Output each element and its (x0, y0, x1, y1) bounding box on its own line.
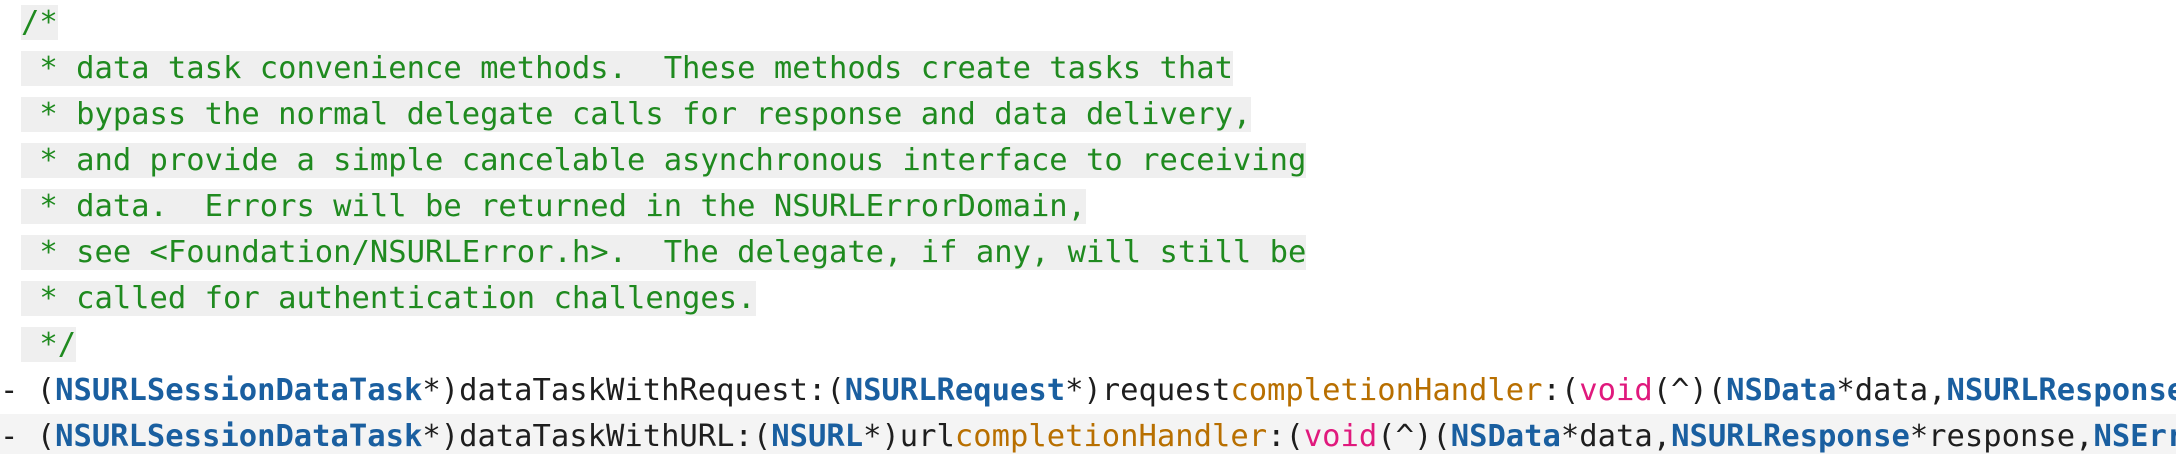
code-text: *response, (1909, 419, 2094, 454)
code-text: :( (1267, 419, 1304, 454)
method-declaration-data-task-with-request[interactable]: - (NSURLSessionDataTask*)dataTaskWithReq… (0, 368, 2176, 414)
code-text: - ( (0, 419, 56, 454)
type-name: NSError (2093, 419, 2176, 454)
code-text: *data, (1836, 373, 1947, 408)
type-name: NSURLRequest (844, 373, 1066, 408)
comment-line: * data task convenience methods. These m… (0, 46, 2176, 92)
type-name: NSData (1450, 419, 1561, 454)
keyword: void (1579, 373, 1653, 408)
comment-line: * called for authentication challenges. (0, 276, 2176, 322)
comment-line: * data. Errors will be returned in the N… (0, 184, 2176, 230)
doc-comment-block: /* * data task convenience methods. Thes… (0, 0, 2176, 368)
comment-text: /* (21, 5, 58, 40)
type-name: NSURL (771, 419, 864, 454)
comment-line: */ (0, 322, 2176, 368)
code-text: *)dataTaskWithRequest:( (422, 373, 845, 408)
type-name: NSData (1726, 373, 1837, 408)
comment-text: * data task convenience methods. These m… (21, 51, 1233, 86)
comment-line: * and provide a simple cancelable asynch… (0, 138, 2176, 184)
type-name: NSURLResponse (1946, 373, 2176, 408)
comment-line: * see <Foundation/NSURLError.h>. The del… (0, 230, 2176, 276)
code-text: :( (1542, 373, 1580, 408)
comment-text: * and provide a simple cancelable asynch… (21, 143, 1307, 178)
code-text: (^)( (1652, 373, 1727, 408)
method-declaration-data-task-with-url[interactable]: - (NSURLSessionDataTask*)dataTaskWithURL… (0, 414, 2176, 454)
comment-text: * called for authentication challenges. (21, 281, 756, 316)
code-text: *data, (1560, 419, 1672, 454)
code-text: (^)( (1377, 419, 1451, 454)
code-text: *)request (1065, 373, 1231, 408)
comment-text: * see <Foundation/NSURLError.h>. The del… (21, 235, 1307, 270)
comment-text: * data. Errors will be returned in the N… (21, 189, 1087, 224)
keyword: void (1303, 419, 1378, 454)
code-text: *)dataTaskWithURL:( (422, 419, 772, 454)
comment-text: * bypass the normal delegate calls for r… (21, 97, 1252, 132)
comment-line: * bypass the normal delegate calls for r… (0, 92, 2176, 138)
code-text: - ( (0, 373, 56, 408)
comment-line: /* (0, 0, 2176, 46)
type-name: NSURLSessionDataTask (55, 373, 423, 408)
code-text: *)url (863, 419, 955, 454)
parameter-label: completionHandler (954, 419, 1268, 454)
type-name: NSURLResponse (1671, 419, 1910, 454)
comment-text: */ (21, 327, 77, 362)
type-name: NSURLSessionDataTask (55, 419, 423, 454)
parameter-label: completionHandler (1230, 373, 1543, 408)
code-view[interactable]: /* * data task convenience methods. Thes… (0, 0, 2176, 454)
